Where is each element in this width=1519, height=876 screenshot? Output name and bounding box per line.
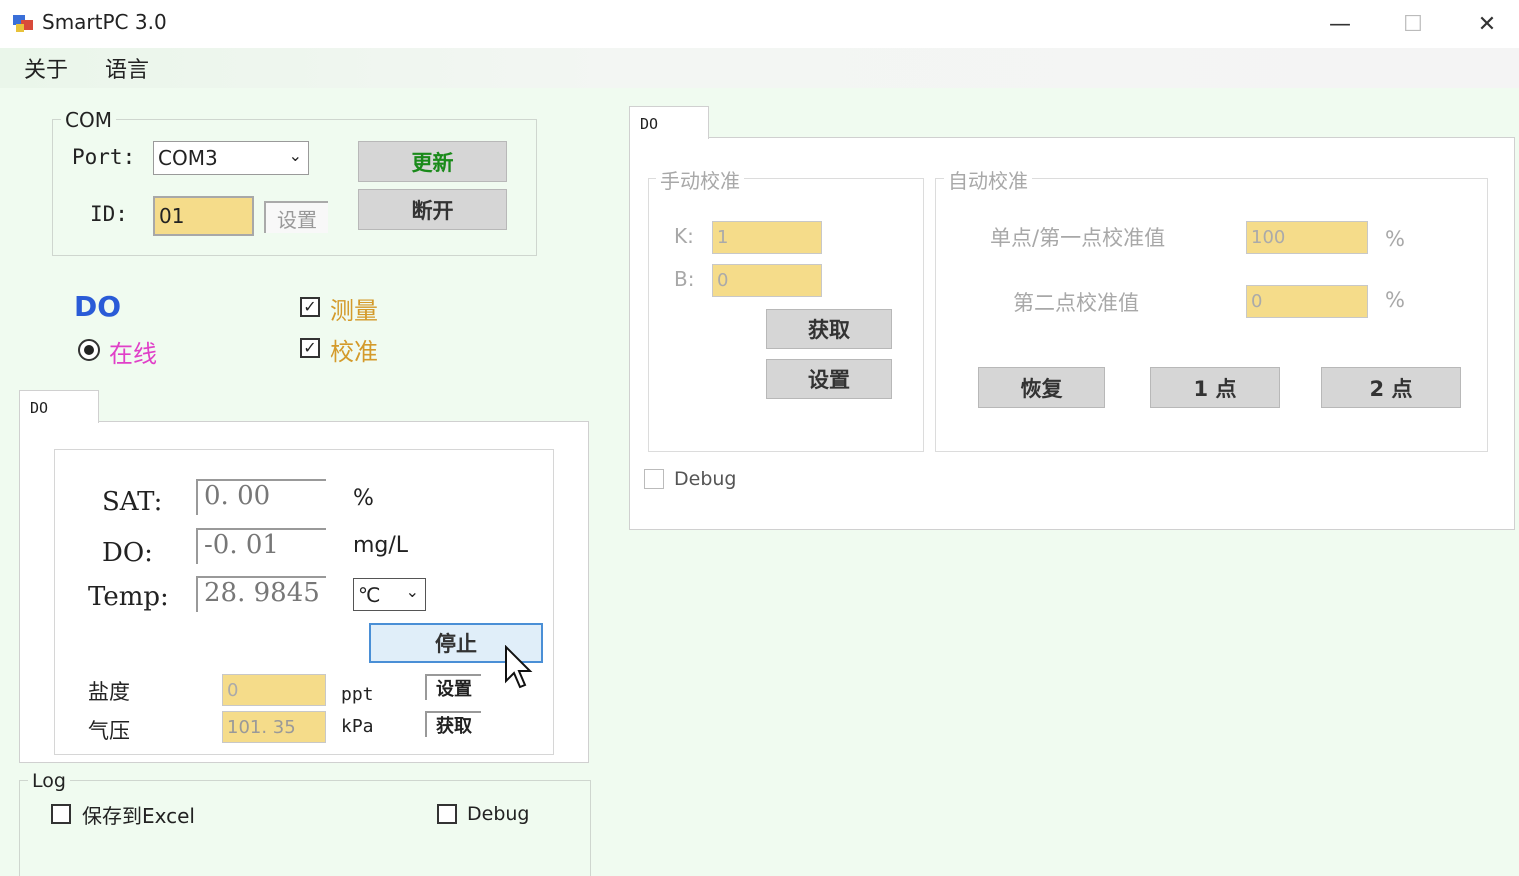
restore-button[interactable]: 恢复 <box>978 367 1105 408</box>
port-select[interactable]: COM3 ⌄ <box>153 141 309 175</box>
manual-legend: 手动校准 <box>656 165 744 194</box>
online-radio[interactable] <box>78 339 100 361</box>
tab-do-left[interactable]: DO <box>19 390 99 423</box>
minimize-icon[interactable]: — <box>1318 6 1362 42</box>
app-icon <box>12 12 34 34</box>
save-excel-label: 保存到Excel <box>82 804 195 828</box>
second-point-input[interactable]: 0 <box>1246 285 1368 318</box>
title-bar <box>0 0 1519 48</box>
k-label: K: <box>674 224 694 248</box>
temp-unit-select[interactable]: ℃ ⌄ <box>353 578 426 611</box>
pressure-input[interactable]: 101. 35 <box>222 711 326 743</box>
log-debug-label: Debug <box>467 803 530 825</box>
chevron-down-icon: ⌄ <box>405 582 419 601</box>
b-input[interactable]: 0 <box>712 264 822 297</box>
first-point-label: 单点/第一点校准值 <box>990 226 1166 250</box>
do-unit: mg/L <box>353 533 409 558</box>
calibrate-checkbox[interactable]: ✓ <box>300 338 320 358</box>
salinity-unit: ppt <box>341 684 374 705</box>
com-legend: COM <box>61 108 116 132</box>
temp-unit-value: ℃ <box>358 582 381 607</box>
window-title: SmartPC 3.0 <box>42 10 167 34</box>
salinity-set-button[interactable]: 设置 <box>425 674 481 700</box>
salinity-input[interactable]: 0 <box>222 674 326 706</box>
do-label: DO: <box>102 538 153 568</box>
id-label: ID: <box>90 202 128 226</box>
sat-unit: % <box>353 486 374 511</box>
device-label: DO <box>74 290 122 323</box>
second-point-label: 第二点校准值 <box>1013 291 1139 315</box>
calibrate-label: 校准 <box>330 338 378 366</box>
id-set-button[interactable]: 设置 <box>264 201 328 233</box>
manual-set-button[interactable]: 设置 <box>766 359 892 399</box>
log-legend: Log <box>28 770 70 792</box>
tab-do-right[interactable]: DO <box>629 106 709 139</box>
b-label: B: <box>674 267 695 291</box>
pressure-get-button[interactable]: 获取 <box>425 711 481 737</box>
first-point-unit: % <box>1385 227 1405 251</box>
do-value: -0. 01 <box>196 528 326 564</box>
two-point-button[interactable]: 2 点 <box>1321 367 1461 408</box>
disconnect-button[interactable]: 断开 <box>358 189 507 230</box>
close-icon[interactable]: ✕ <box>1465 6 1509 42</box>
chevron-down-icon: ⌄ <box>288 146 302 165</box>
right-debug-label: Debug <box>674 468 737 490</box>
auto-legend: 自动校准 <box>944 165 1032 194</box>
second-point-unit: % <box>1385 288 1405 312</box>
cursor-icon <box>504 644 534 695</box>
temp-label: Temp: <box>88 582 169 612</box>
save-excel-checkbox[interactable] <box>51 804 71 824</box>
update-button[interactable]: 更新 <box>358 141 507 182</box>
k-input[interactable]: 1 <box>712 221 822 254</box>
menu-about[interactable]: 关于 <box>24 52 68 84</box>
id-input[interactable]: 01 <box>153 196 254 236</box>
pressure-label: 气压 <box>88 719 130 743</box>
pressure-unit: kPa <box>341 716 374 737</box>
menu-bar <box>0 48 1519 88</box>
measure-checkbox[interactable]: ✓ <box>300 297 320 317</box>
first-point-input[interactable]: 100 <box>1246 221 1368 254</box>
maximize-icon[interactable]: ☐ <box>1391 6 1435 42</box>
online-label: 在线 <box>109 340 157 368</box>
port-label: Port: <box>72 145 136 169</box>
port-value: COM3 <box>158 146 218 170</box>
sat-label: SAT: <box>102 487 163 517</box>
sat-value: 0. 00 <box>196 479 326 515</box>
measure-label: 测量 <box>330 297 378 325</box>
temp-value: 28. 9845 <box>196 576 326 612</box>
one-point-button[interactable]: 1 点 <box>1150 367 1280 408</box>
com-group <box>52 119 537 256</box>
log-debug-checkbox[interactable] <box>437 804 457 824</box>
salinity-label: 盐度 <box>88 680 130 704</box>
right-debug-checkbox[interactable] <box>644 469 664 489</box>
menu-language[interactable]: 语言 <box>105 52 149 84</box>
manual-get-button[interactable]: 获取 <box>766 309 892 349</box>
